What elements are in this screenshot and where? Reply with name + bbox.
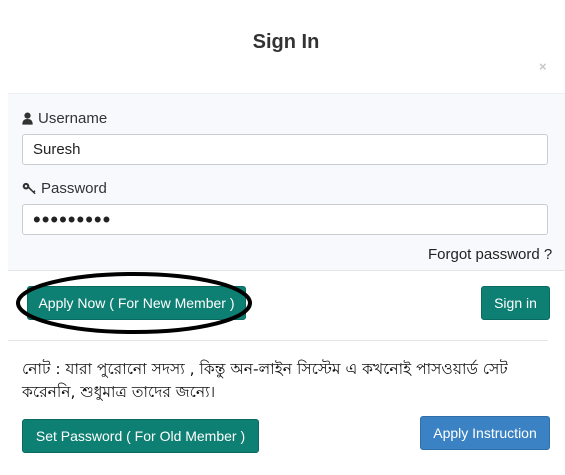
apply-instruction-button[interactable]: Apply Instruction	[420, 416, 550, 450]
username-label-row: Username	[22, 110, 107, 127]
password-label-row: Password	[22, 180, 107, 197]
section-divider	[8, 340, 548, 341]
set-password-button[interactable]: Set Password ( For Old Member )	[22, 419, 259, 453]
note-text: নোট : যারা পুরোনো সদস্য , কিন্তু অন-লাইন…	[22, 360, 508, 401]
forgot-password-link[interactable]: Forgot password ?	[428, 246, 552, 263]
user-icon	[22, 112, 33, 125]
username-input[interactable]	[22, 134, 548, 165]
key-icon	[22, 182, 36, 195]
username-label: Username	[38, 110, 108, 127]
sign-in-button[interactable]: Sign in	[481, 286, 550, 320]
annotation-ellipse	[16, 272, 252, 334]
close-icon[interactable]: ×	[539, 59, 547, 74]
password-label: Password	[41, 180, 107, 197]
password-input[interactable]	[22, 204, 548, 235]
modal-title: Sign In	[252, 31, 320, 53]
